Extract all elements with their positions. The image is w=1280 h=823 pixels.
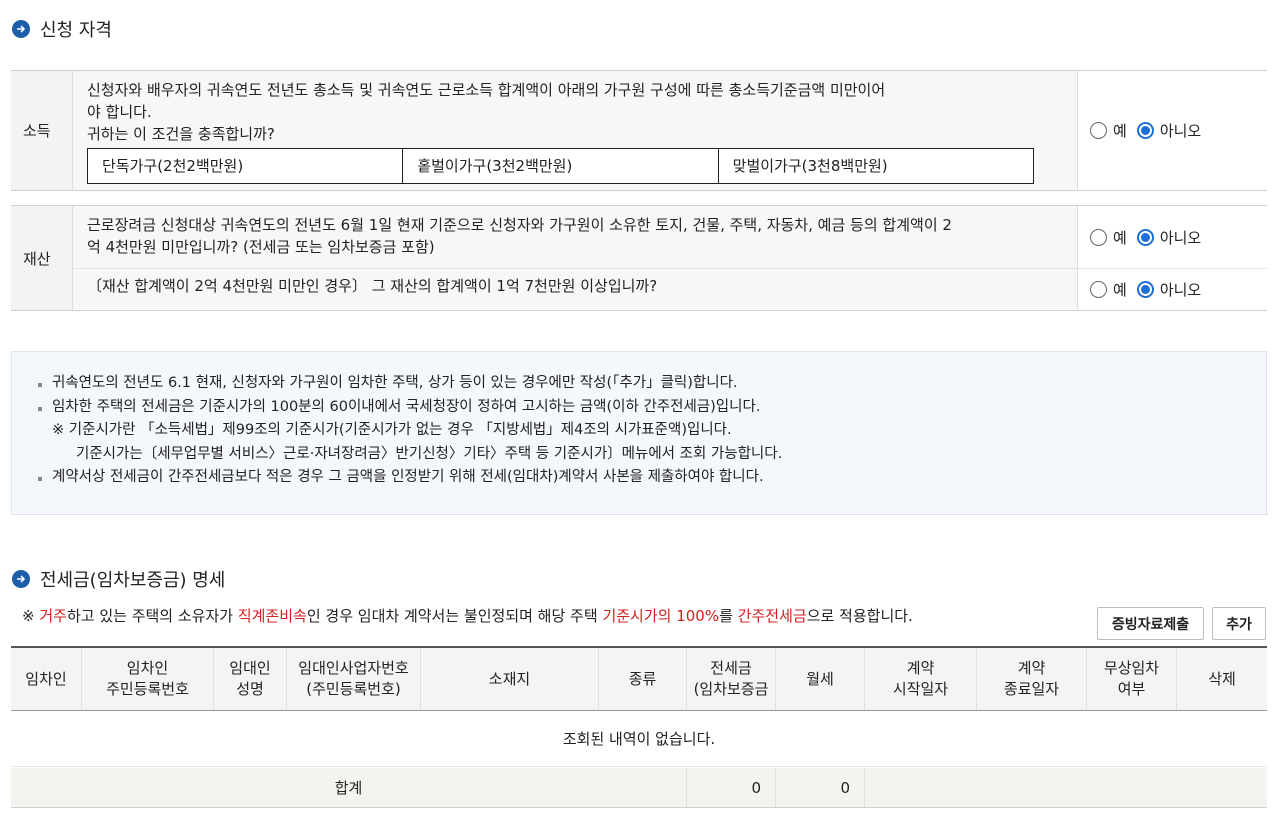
assets2-radio-yes[interactable]: 예 bbox=[1090, 279, 1127, 300]
col-header-tenant-id: 임차인 주민등록번호 bbox=[82, 648, 214, 710]
col-header-contract-start: 계약 시작일자 bbox=[865, 648, 977, 710]
notice-item: 귀속연도의 전년도 6.1 현재, 신청자와 가구원이 임차한 주택, 상가 등… bbox=[36, 372, 1266, 396]
total-row: 합계 0 0 bbox=[11, 768, 1267, 808]
household-criteria-table: 단독가구(2천2백만원) 홑벌이가구(3천2백만원) 맞벌이가구(3천8백만원) bbox=[87, 148, 1034, 184]
total-label: 합계 bbox=[11, 768, 687, 807]
income-question-line3: 귀하는 이 조건을 충족합니까? bbox=[87, 125, 275, 143]
section-title-deposit: 전세금(임차보증금) 명세 bbox=[12, 566, 225, 592]
radio-circle-selected[interactable] bbox=[1136, 122, 1154, 139]
col-header-delete: 삭제 bbox=[1208, 669, 1236, 688]
col-header-free-lease: 무상임차 여부 bbox=[1087, 648, 1177, 710]
radio-circle[interactable] bbox=[1090, 280, 1107, 298]
income-qualification-block: 소득 신청자와 배우자의 귀속연도 전년도 총소득 및 귀속연도 근로소득 합계… bbox=[11, 70, 1267, 191]
section-title-text: 전세금(임차보증금) 명세 bbox=[40, 570, 226, 591]
add-button[interactable]: 추가 bbox=[1212, 607, 1266, 640]
total-deposit: 0 bbox=[687, 768, 776, 807]
arrow-right-circle-icon bbox=[12, 20, 30, 38]
income-answer-group: 예 아니오 bbox=[1078, 71, 1267, 190]
household-single: 단독가구(2천2백만원) bbox=[88, 149, 404, 183]
col-header-landlord-biz-no: 임대인사업자번호 (주민등록번호) bbox=[287, 648, 421, 710]
col-header-location: 소재지 bbox=[421, 648, 599, 710]
assets-answer2-group: 예 아니오 bbox=[1078, 269, 1267, 309]
total-monthly-rent: 0 bbox=[776, 768, 865, 807]
section-title-text: 신청 자격 bbox=[40, 20, 112, 41]
assets2-radio-no[interactable]: 아니오 bbox=[1136, 279, 1201, 300]
income-question-line2: 야 합니다. bbox=[87, 103, 152, 121]
income-radio-yes[interactable]: 예 bbox=[1090, 120, 1127, 141]
notice-item: 계약서상 전세금이 간주전세금보다 적은 경우 그 금액을 인정받기 위해 전세… bbox=[36, 466, 1266, 490]
deposit-table: 임차인 임차인 주민등록번호 임대인 성명 임대인사업자번호 (주민등록번호) 소재지… bbox=[11, 646, 1267, 808]
col-header-landlord-name: 임대인 성명 bbox=[214, 648, 287, 710]
assets-qualification-block: 재산 근로장려금 신청대상 귀속연도의 전년도 6월 1일 현재 기준으로 신청… bbox=[11, 205, 1267, 311]
assets1-radio-no[interactable]: 아니오 bbox=[1136, 227, 1201, 248]
income-question: 신청자와 배우자의 귀속연도 전년도 총소득 및 귀속연도 근로소득 합계액이 … bbox=[73, 71, 1078, 190]
assets-question1-line1: 근로장려금 신청대상 귀속연도의 전년도 6월 1일 현재 기준으로 신청자와 … bbox=[87, 216, 952, 234]
col-header-contract-end: 계약 종료일자 bbox=[977, 648, 1087, 710]
radio-circle-selected[interactable] bbox=[1136, 280, 1154, 298]
table-header: 임차인 임차인 주민등록번호 임대인 성명 임대인사업자번호 (주민등록번호) 소재지… bbox=[11, 646, 1267, 711]
assets1-radio-yes[interactable]: 예 bbox=[1090, 227, 1127, 248]
income-radio-no[interactable]: 아니오 bbox=[1136, 120, 1201, 141]
household-single-earner: 홑벌이가구(3천2백만원) bbox=[403, 149, 719, 183]
radio-circle[interactable] bbox=[1090, 122, 1107, 139]
col-header-deposit: 전세금 (임차보증금 bbox=[687, 648, 776, 710]
category-income: 소득 bbox=[11, 71, 73, 190]
notice-sub-item: ※ 기준시가란 「소득세법」제99조의 기준시가(기준시가가 없는 경우 「지방… bbox=[52, 422, 732, 438]
assets-question-2: 〔재산 합계액이 2억 4천만원 미만인 경우〕 그 재산의 합계액이 1억 7… bbox=[73, 269, 1078, 309]
category-assets: 재산 bbox=[11, 206, 73, 310]
section-title-qualification: 신청 자격 bbox=[12, 16, 112, 42]
submit-evidence-button[interactable]: 증빙자료제출 bbox=[1097, 607, 1204, 640]
notice-sub-item: 기준시가는〔세무업무별 서비스〉근로·자녀장려금〉반기신청〉기타〉주택 등 기준… bbox=[76, 445, 783, 462]
assets-question1-line2: 억 4천만원 미만입니까? (전세금 또는 임차보증금 포함) bbox=[87, 238, 435, 256]
empty-message: 조회된 내역이 없습니다. bbox=[11, 711, 1267, 767]
assets-answer1-group: 예 아니오 bbox=[1078, 206, 1267, 268]
assets-question-1: 근로장려금 신청대상 귀속연도의 전년도 6월 1일 현재 기준으로 신청자와 … bbox=[73, 206, 1078, 268]
radio-circle[interactable] bbox=[1090, 228, 1107, 246]
col-header-monthly-rent: 월세 bbox=[776, 648, 865, 710]
household-dual-earner: 맞벌이가구(3천8백만원) bbox=[732, 157, 888, 175]
radio-circle-selected[interactable] bbox=[1136, 228, 1154, 246]
notice-box: 귀속연도의 전년도 6.1 현재, 신청자와 가구원이 임차한 주택, 상가 등… bbox=[11, 351, 1267, 515]
col-header-type: 종류 bbox=[599, 648, 687, 710]
notice-item: 임차한 주택의 전세금은 기준시가의 100분의 60이내에서 국세청장이 정하… bbox=[36, 396, 1266, 420]
arrow-right-circle-icon bbox=[12, 570, 30, 588]
income-question-line1: 신청자와 배우자의 귀속연도 전년도 총소득 및 귀속연도 근로소득 합계액이 … bbox=[87, 81, 886, 99]
deposit-warning: ※ 거주하고 있는 주택의 소유자가 직계존비속인 경우 임대차 계약서는 불인… bbox=[22, 607, 913, 625]
col-header-tenant: 임차인 bbox=[11, 648, 82, 710]
